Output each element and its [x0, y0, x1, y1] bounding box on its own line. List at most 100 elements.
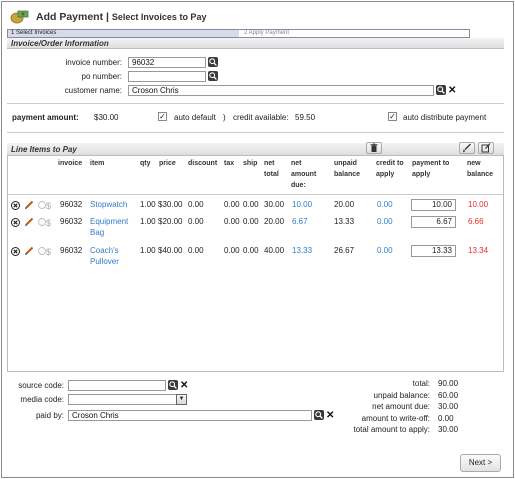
step-select-invoices[interactable]: 1 Select Invoices	[8, 30, 239, 37]
col-ship: ship	[243, 160, 258, 167]
title-subtitle: Select Invoices to Pay	[111, 12, 207, 22]
row-net-total: 20.00	[264, 217, 285, 226]
col-net-due-line2: amount	[291, 171, 317, 178]
row-invoice: 96032	[60, 217, 83, 226]
chevron-down-icon[interactable]: ▼	[176, 394, 187, 405]
row-payment-input[interactable]: 13.33	[411, 245, 456, 257]
col-net-due-line3: due:	[291, 182, 306, 189]
paid-by-input[interactable]: Croson Chris	[68, 410, 312, 421]
divider	[7, 132, 504, 133]
edit-pencil-icon[interactable]	[24, 217, 34, 229]
po-number-input[interactable]	[128, 71, 206, 82]
row-net-due[interactable]: 6.67	[292, 216, 308, 227]
line-items-header: Line Items to Pay	[7, 143, 504, 156]
customer-name-input[interactable]: Croson Chris	[128, 85, 434, 96]
edit-pencil-icon[interactable]	[24, 246, 34, 258]
write-off-value: 0.00	[438, 414, 454, 423]
row-net-total: 30.00	[264, 200, 285, 209]
row-unpaid: 26.67	[334, 246, 355, 255]
delete-icon[interactable]	[11, 218, 20, 229]
total-to-apply-label: total amount to apply:	[353, 425, 431, 434]
row-item-link[interactable]: Coach's Pullover	[90, 245, 119, 267]
delete-icon[interactable]	[11, 247, 20, 258]
row-price: $40.00	[158, 246, 183, 255]
window-header: Add Payment | Select Invoices to Pay	[2, 2, 513, 28]
dollar-icon[interactable]: $	[38, 246, 52, 258]
row-payment-input[interactable]: 10.00	[411, 199, 456, 211]
col-new-balance: new balance	[467, 158, 493, 180]
col-unpaid-line2: balance	[334, 171, 361, 178]
auto-distribute-checkbox[interactable]: ✓	[388, 112, 397, 121]
row-item-link[interactable]: Equipment Bag	[90, 216, 128, 238]
unpaid-balance-label: unpaid balance:	[373, 391, 431, 400]
row-item-line2: Pullover	[90, 257, 119, 266]
row-net-total: 40.00	[264, 246, 285, 255]
search-icon[interactable]	[208, 57, 218, 67]
col-net-due-line1: net	[291, 160, 302, 167]
title-main: Add Payment	[36, 11, 104, 23]
row-ship: 0.00	[243, 246, 259, 255]
row-price: $20.00	[158, 217, 183, 226]
row-payment-input[interactable]: 6.67	[411, 216, 456, 228]
brush-icon[interactable]	[459, 142, 475, 154]
col-price: price	[159, 160, 176, 167]
dollar-icon[interactable]: $	[38, 200, 52, 212]
invoice-number-input[interactable]: 96032	[128, 57, 206, 68]
row-qty: 1.00	[140, 246, 156, 255]
payment-window: Add Payment | Select Invoices to Pay 1 S…	[1, 1, 514, 478]
delete-icon[interactable]	[11, 201, 20, 212]
row-credit[interactable]: 0.00	[377, 245, 393, 256]
row-unpaid: 13.33	[334, 217, 355, 226]
search-icon[interactable]	[208, 71, 218, 81]
write-off-label: amount to write-off:	[361, 414, 430, 423]
customer-name-label: customer name:	[64, 86, 122, 95]
po-number-label: po number:	[81, 72, 122, 81]
total-value: 90.00	[438, 379, 459, 388]
row-item-line1: Equipment	[90, 217, 129, 226]
row-discount: 0.00	[188, 217, 204, 226]
col-payment-line1: payment to	[412, 160, 450, 167]
col-credit-to-apply: credit to apply	[376, 158, 404, 180]
col-tax: tax	[224, 160, 235, 167]
svg-text:$: $	[46, 247, 51, 256]
clear-x-icon[interactable]: ✕	[180, 381, 188, 391]
dollar-icon[interactable]: $	[38, 217, 52, 229]
row-item-link[interactable]: Stopwatch	[90, 199, 127, 210]
step-apply-payment[interactable]: 2 Apply Payment	[244, 30, 289, 37]
search-icon[interactable]	[168, 380, 178, 390]
svg-text:$: $	[46, 218, 51, 227]
total-to-apply-value: 30.00	[438, 425, 459, 434]
edit-note-icon[interactable]	[478, 142, 494, 154]
row-ship: 0.00	[243, 200, 259, 209]
search-icon[interactable]	[436, 85, 446, 95]
col-payment-line2: apply	[412, 171, 431, 178]
payment-logo-icon	[10, 8, 30, 24]
col-new-balance-line2: balance	[467, 171, 494, 178]
row-net-due[interactable]: 10.00	[292, 199, 312, 210]
col-qty: qty	[140, 160, 151, 167]
payment-amount-label: payment amount:	[12, 113, 79, 122]
auto-default-checkbox[interactable]: ✓	[158, 112, 167, 121]
next-button[interactable]: Next >	[460, 454, 501, 472]
col-net-amount-due: net amount due:	[291, 158, 316, 191]
trash-icon[interactable]	[366, 142, 382, 154]
row-new-balance: 13.34	[468, 246, 489, 255]
row-new-balance: 6.66	[468, 217, 484, 226]
col-unpaid-balance: unpaid balance	[334, 158, 360, 180]
clear-x-icon[interactable]: ✕	[448, 86, 456, 96]
auto-distribute-label: auto distribute payment	[403, 113, 487, 122]
edit-pencil-icon[interactable]	[24, 200, 34, 212]
row-item-line2: Bag	[90, 228, 105, 237]
paid-by-label: paid by:	[35, 411, 64, 420]
col-unpaid-line1: unpaid	[334, 160, 357, 167]
col-discount: discount	[188, 160, 218, 167]
row-discount: 0.00	[188, 246, 204, 255]
source-code-input[interactable]	[68, 380, 166, 391]
row-credit[interactable]: 0.00	[377, 216, 393, 227]
media-code-select[interactable]	[68, 394, 177, 405]
row-tax: 0.00	[224, 217, 240, 226]
row-net-due[interactable]: 13.33	[292, 245, 312, 256]
row-qty: 1.00	[140, 217, 156, 226]
row-credit[interactable]: 0.00	[377, 199, 393, 210]
page-title: Add Payment | Select Invoices to Pay	[36, 11, 206, 23]
